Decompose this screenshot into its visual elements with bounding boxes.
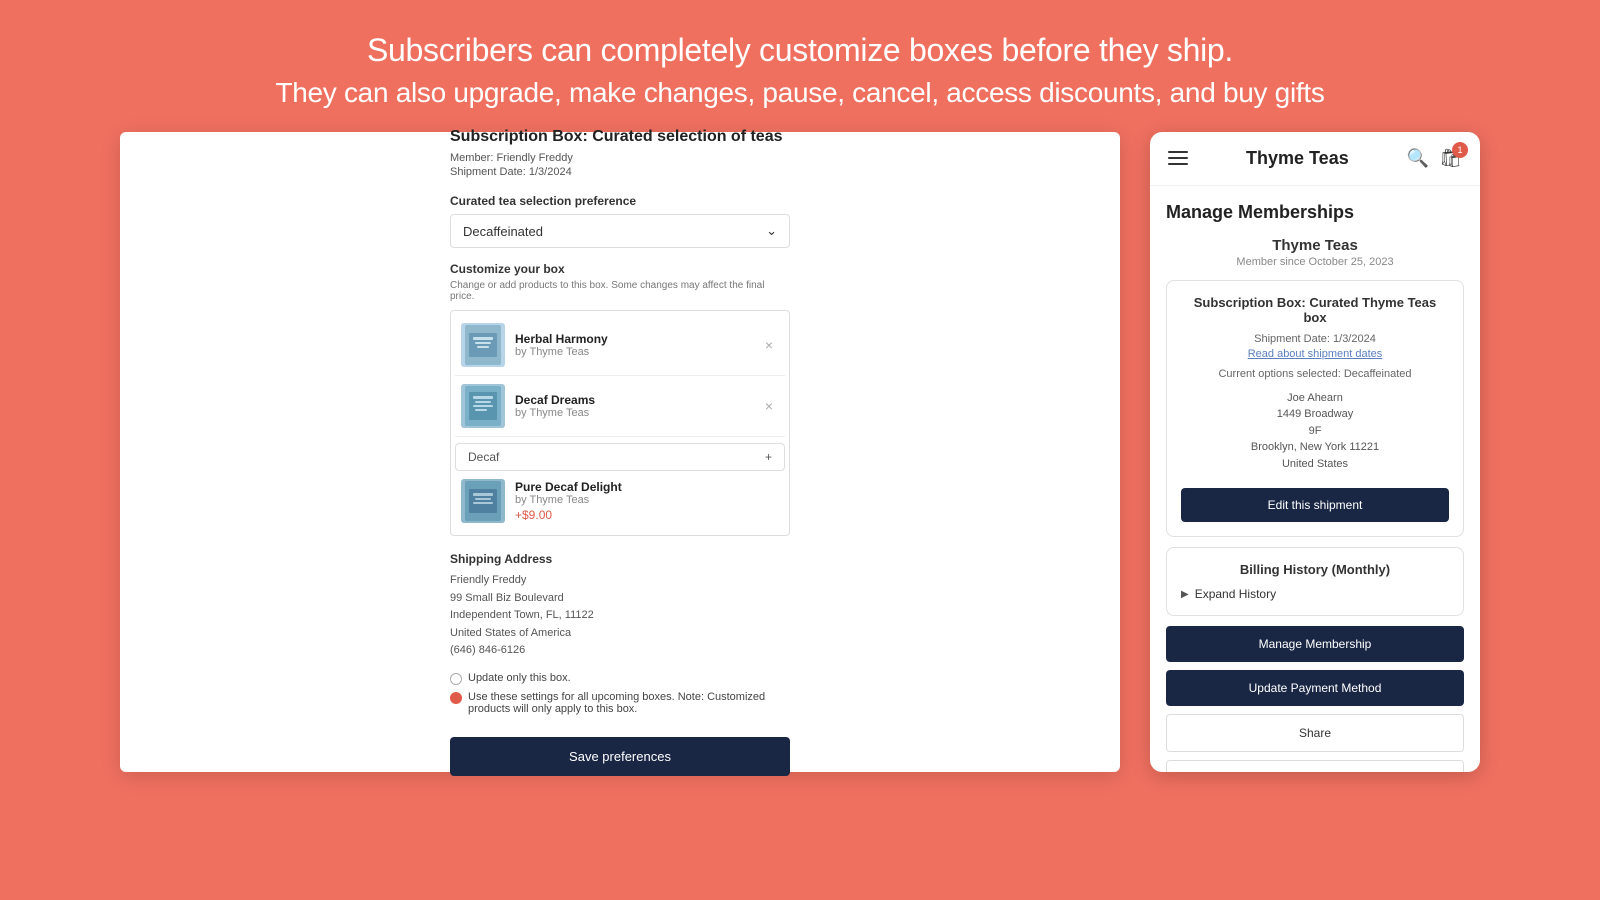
preference-label: Curated tea selection preference bbox=[450, 194, 790, 208]
radio-item-2[interactable]: Use these settings for all upcoming boxe… bbox=[450, 691, 790, 715]
addr-line1: 1449 Broadway bbox=[1181, 406, 1449, 423]
address-name: Friendly Freddy bbox=[450, 572, 790, 590]
radio-dot-2 bbox=[450, 692, 462, 704]
billing-title: Billing History (Monthly) bbox=[1181, 562, 1449, 577]
left-panel: Subscription Box: Curated selection of t… bbox=[120, 132, 1120, 772]
address-line2: Independent Town, FL, 11122 bbox=[450, 607, 790, 625]
addr-country: United States bbox=[1181, 456, 1449, 473]
hamburger-line bbox=[1168, 157, 1188, 159]
product-name: Herbal Harmony bbox=[515, 332, 749, 346]
product-info: Pure Decaf Delight by Thyme Teas +$9.00 bbox=[515, 480, 779, 522]
list-item: Pure Decaf Delight by Thyme Teas +$9.00 bbox=[455, 471, 785, 531]
sub-shipment-date: Shipment Date: 1/3/2024 bbox=[1181, 333, 1449, 345]
share-button[interactable]: Share bbox=[1166, 714, 1464, 752]
radio-group: Update only this box. Use these settings… bbox=[450, 672, 790, 715]
address-country: United States of America bbox=[450, 625, 790, 643]
app-title: Thyme Teas bbox=[1246, 148, 1349, 169]
hamburger-line bbox=[1168, 163, 1188, 165]
shipping-section: Shipping Address Friendly Freddy 99 Smal… bbox=[450, 552, 790, 660]
sub-options: Current options selected: Decaffeinated bbox=[1181, 368, 1449, 380]
member-name: Thyme Teas bbox=[1166, 237, 1464, 254]
sub-card-title: Subscription Box: Curated Thyme Teas box bbox=[1181, 295, 1449, 325]
shipping-address: Friendly Freddy 99 Small Biz Boulevard I… bbox=[450, 572, 790, 660]
product-info: Decaf Dreams by Thyme Teas bbox=[515, 393, 749, 419]
product-name: Pure Decaf Delight bbox=[515, 480, 779, 494]
addr-line3: Brooklyn, New York 11221 bbox=[1181, 439, 1449, 456]
hero-line2: They can also upgrade, make changes, pau… bbox=[275, 73, 1324, 112]
member-since: Member since October 25, 2023 bbox=[1166, 256, 1464, 268]
member-label: Member: Friendly Freddy bbox=[450, 152, 790, 164]
expand-label: Expand History bbox=[1195, 587, 1276, 601]
hero-line1: Subscribers can completely customize box… bbox=[275, 28, 1324, 73]
update-payment-button[interactable]: Update Payment Method bbox=[1166, 670, 1464, 706]
edit-shipment-button[interactable]: Edit this shipment bbox=[1181, 488, 1449, 522]
address-block: Joe Ahearn 1449 Broadway 9F Brooklyn, Ne… bbox=[1181, 390, 1449, 473]
save-preferences-button[interactable]: Save preferences bbox=[450, 737, 790, 776]
hamburger-line bbox=[1168, 151, 1188, 153]
hamburger-menu-icon[interactable] bbox=[1168, 151, 1188, 165]
preference-dropdown[interactable]: Decaffeinated ⌄ bbox=[450, 214, 790, 248]
product-brand: by Thyme Teas bbox=[515, 346, 749, 358]
page-title: Manage Memberships bbox=[1166, 202, 1464, 223]
mobile-header: Thyme Teas 🔍 🛍 1 bbox=[1150, 132, 1480, 186]
products-box: Herbal Harmony by Thyme Teas × bbox=[450, 310, 790, 536]
addr-name: Joe Ahearn bbox=[1181, 390, 1449, 407]
addr-line2: 9F bbox=[1181, 423, 1449, 440]
expand-history-button[interactable]: ▶ Expand History bbox=[1181, 587, 1449, 601]
cart-badge: 1 bbox=[1452, 142, 1468, 158]
manage-membership-button[interactable]: Manage Membership bbox=[1166, 626, 1464, 662]
dropdown-plus-icon: + bbox=[765, 450, 772, 464]
member-card: Thyme Teas Member since October 25, 2023 bbox=[1166, 237, 1464, 268]
cart-icon-wrap[interactable]: 🛍 1 bbox=[1439, 148, 1462, 169]
discount-button[interactable]: Use Member Discount ↗ bbox=[1166, 760, 1464, 772]
product-thumbnail bbox=[461, 323, 505, 367]
billing-card: Billing History (Monthly) ▶ Expand Histo… bbox=[1166, 547, 1464, 616]
radio-dot-1 bbox=[450, 673, 462, 685]
mobile-icons: 🔍 🛍 1 bbox=[1407, 148, 1462, 169]
form-title: Subscription Box: Curated selection of t… bbox=[450, 128, 790, 146]
radio-label-1: Update only this box. bbox=[468, 672, 571, 684]
shipment-link[interactable]: Read about shipment dates bbox=[1181, 348, 1449, 360]
decaf-value: Decaf bbox=[468, 450, 499, 464]
right-panel: Thyme Teas 🔍 🛍 1 Manage Memberships Thym… bbox=[1150, 132, 1480, 772]
list-item: Decaf Dreams by Thyme Teas × bbox=[455, 376, 785, 437]
product-brand: by Thyme Teas bbox=[515, 494, 779, 506]
radio-label-2: Use these settings for all upcoming boxe… bbox=[468, 691, 790, 715]
remove-product-button[interactable]: × bbox=[759, 335, 779, 355]
dropdown-chevron-icon: ⌄ bbox=[766, 223, 777, 239]
product-brand: by Thyme Teas bbox=[515, 407, 749, 419]
customize-label: Customize your box bbox=[450, 262, 790, 276]
customize-desc: Change or add products to this box. Some… bbox=[450, 280, 790, 302]
product-thumbnail bbox=[461, 479, 505, 523]
mobile-content: Manage Memberships Thyme Teas Member sin… bbox=[1150, 186, 1480, 772]
panels-container: Subscription Box: Curated selection of t… bbox=[120, 132, 1480, 792]
shipment-date: Shipment Date: 1/3/2024 bbox=[450, 166, 790, 178]
list-item: Herbal Harmony by Thyme Teas × bbox=[455, 315, 785, 376]
subscription-form: Subscription Box: Curated selection of t… bbox=[430, 108, 810, 796]
subscription-card: Subscription Box: Curated Thyme Teas box… bbox=[1166, 280, 1464, 538]
product-info: Herbal Harmony by Thyme Teas bbox=[515, 332, 749, 358]
radio-item-1[interactable]: Update only this box. bbox=[450, 672, 790, 685]
preference-value: Decaffeinated bbox=[463, 224, 543, 239]
product-name: Decaf Dreams bbox=[515, 393, 749, 407]
address-phone: (646) 846-6126 bbox=[450, 642, 790, 660]
decaf-dropdown[interactable]: Decaf + bbox=[455, 443, 785, 471]
product-price: +$9.00 bbox=[515, 508, 779, 522]
search-icon[interactable]: 🔍 bbox=[1407, 148, 1429, 169]
product-thumbnail bbox=[461, 384, 505, 428]
remove-product-button[interactable]: × bbox=[759, 396, 779, 416]
shipping-label: Shipping Address bbox=[450, 552, 790, 566]
expand-arrow-icon: ▶ bbox=[1181, 589, 1189, 600]
address-line1: 99 Small Biz Boulevard bbox=[450, 590, 790, 608]
